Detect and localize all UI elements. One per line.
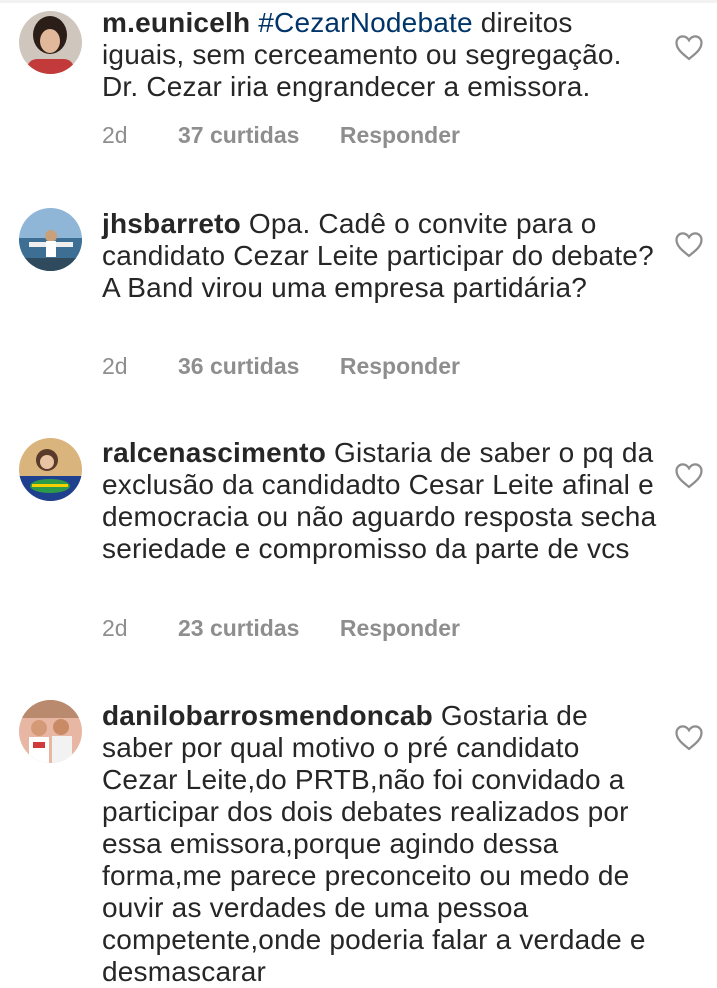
comment-timestamp: 2d <box>102 122 128 148</box>
comment-timestamp: 2d <box>102 615 128 641</box>
avatar[interactable] <box>19 700 82 763</box>
divider <box>0 0 717 3</box>
comment-likes[interactable]: 36 curtidas <box>178 351 299 381</box>
heart-outline-icon[interactable] <box>674 230 704 258</box>
comment-text: Gostaria de saber por qual motivo o pré … <box>102 700 646 987</box>
comments-list: m.eunicelh #CezarNodebate direitos iguai… <box>0 0 717 987</box>
avatar[interactable] <box>19 11 82 74</box>
avatar[interactable] <box>19 208 82 271</box>
avatar[interactable] <box>19 438 82 501</box>
heart-outline-icon[interactable] <box>674 723 704 751</box>
comment-likes[interactable]: 23 curtidas <box>178 613 299 643</box>
comment-username[interactable]: danilobarrosmendoncab <box>102 700 433 731</box>
reply-button[interactable]: Responder <box>340 120 460 150</box>
comment-hashtag[interactable]: #CezarNodebate <box>258 7 473 38</box>
heart-outline-icon[interactable] <box>674 461 704 489</box>
comment-username[interactable]: ralcenascimento <box>102 437 326 468</box>
reply-button[interactable]: Responder <box>340 351 460 381</box>
comment-username[interactable]: jhsbarreto <box>102 208 241 239</box>
heart-outline-icon[interactable] <box>674 33 704 61</box>
comment-timestamp: 2d <box>102 353 128 379</box>
comment-username[interactable]: m.eunicelh <box>102 7 250 38</box>
reply-button[interactable]: Responder <box>340 613 460 643</box>
comment-likes[interactable]: 37 curtidas <box>178 120 299 150</box>
